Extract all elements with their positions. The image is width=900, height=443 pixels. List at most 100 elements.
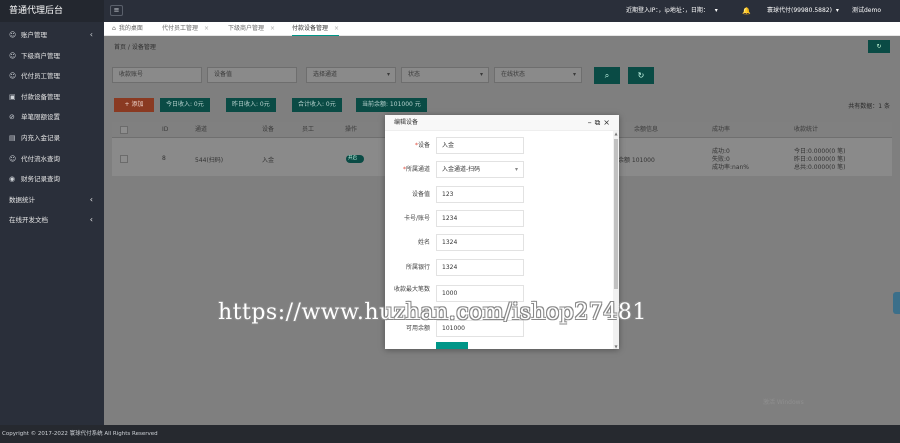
- search-icon[interactable]: ⌕: [594, 67, 620, 84]
- home-icon: ⌂: [112, 25, 116, 32]
- sidebar-item-label: 付款设备管理: [21, 92, 60, 101]
- header-device: 设备: [262, 126, 275, 133]
- select-all-checkbox[interactable]: [120, 126, 128, 134]
- sidebar-item[interactable]: ▣ 付款设备管理: [0, 87, 104, 108]
- channel-select[interactable]: 选择通道 ▾: [306, 67, 396, 83]
- sidebar-item[interactable]: ☺ 下级商户管理: [0, 46, 104, 67]
- total-income: 合计收入: 0元: [292, 98, 342, 112]
- account-input[interactable]: 收款账号: [112, 67, 202, 83]
- field-value: 1324: [442, 264, 458, 271]
- field-label: 收款最大笔数: [385, 285, 430, 294]
- close-icon[interactable]: ×: [334, 25, 339, 32]
- chevron-down-icon: ▾: [714, 7, 718, 14]
- refresh-button[interactable]: ↻: [868, 40, 890, 53]
- tab-label: 付款设备管理: [292, 25, 329, 32]
- status-select[interactable]: 状态 ▾: [401, 67, 489, 83]
- sidebar-item[interactable]: ☺ 账户管理 ‹: [0, 25, 104, 46]
- sidebar-group-label: 数据统计: [9, 195, 35, 204]
- sidebar-item[interactable]: ☺ 代付流水查询: [0, 149, 104, 170]
- query-icon: ☺: [9, 154, 17, 163]
- chevron-down-icon: ▾: [514, 166, 518, 173]
- sidebar: 普通代理后台 ☺ 账户管理 ‹ ☺ 下级商户管理 ☺ 代付员工管理 ▣ 付款设备管理 ⊘ 单笔限额设…: [0, 0, 104, 425]
- header-stats: 收款统计: [794, 126, 819, 133]
- form-row: 所属银行 1324: [385, 259, 613, 276]
- field-label-text: 可用余额: [405, 325, 430, 332]
- device-value-input[interactable]: 设备值: [207, 67, 297, 83]
- sidebar-item-label: 代付员工管理: [21, 72, 60, 81]
- close-icon[interactable]: ×: [204, 25, 209, 32]
- tab-merchant[interactable]: 下级商户管理 ×: [228, 22, 275, 36]
- menu-toggle-icon[interactable]: ≡: [110, 5, 123, 16]
- device-icon: ▣: [9, 92, 16, 101]
- field-label-text: 设备: [417, 142, 430, 149]
- footer: Copyright © 2017-2022 寰球代付系统 All Rights …: [0, 425, 900, 443]
- sidebar-item[interactable]: ☺ 代付员工管理: [0, 66, 104, 87]
- status-toggle[interactable]: 开启: [346, 155, 364, 163]
- sidebar-group[interactable]: 在线开发文档 ‹: [0, 210, 104, 231]
- breadcrumb: 首页 / 设备管理: [114, 44, 156, 51]
- field-input[interactable]: 入金: [436, 137, 524, 154]
- header-action: 操作: [345, 126, 358, 133]
- limit-icon: ⊘: [9, 113, 15, 122]
- tab-employee[interactable]: 代付员工管理 ×: [162, 22, 209, 36]
- field-label-text: 所属银行: [405, 264, 430, 271]
- chevron-down-icon: ▾: [572, 71, 576, 78]
- submit-button[interactable]: [436, 342, 468, 349]
- form-row: *设备 入金: [385, 137, 613, 154]
- tab-device[interactable]: 付款设备管理 ×: [292, 22, 340, 36]
- channel-field-select[interactable]: 入金通道-扫码 ▾: [436, 161, 524, 178]
- sidebar-item[interactable]: ▤ 内充入金记录: [0, 128, 104, 149]
- form-row: 卡号/账号 1234: [385, 210, 613, 227]
- online-select-label: 在线状态: [501, 71, 526, 78]
- sidebar-group-label: 在线开发文档: [9, 216, 48, 225]
- modal-title: 编辑设备: [394, 119, 419, 126]
- sidebar-item[interactable]: ⊘ 单笔限额设置: [0, 107, 104, 128]
- row-rate: 成功率:nan%: [712, 164, 750, 171]
- field-input[interactable]: 1324: [436, 234, 524, 251]
- field-label: 所属银行: [385, 259, 430, 276]
- tab-bar: ⌂ 我的桌面 代付员工管理 × 下级商户管理 × 付款设备管理 ×: [104, 22, 900, 36]
- online-status-select[interactable]: 在线状态 ▾: [494, 67, 582, 83]
- row-device: 入金: [262, 157, 275, 164]
- side-handle[interactable]: [893, 292, 900, 314]
- chevron-down-icon: ▾: [835, 7, 839, 14]
- merchant-menu[interactable]: 寰球代付(99980.5882) ▾: [767, 0, 839, 22]
- field-value: 入金: [442, 142, 455, 149]
- sidebar-item-label: 单笔限额设置: [21, 113, 60, 122]
- field-value: 入金通道-扫码: [442, 166, 481, 173]
- field-input[interactable]: 123: [436, 186, 524, 203]
- window-controls[interactable]: –⧉×: [588, 115, 613, 131]
- close-icon[interactable]: ×: [270, 25, 275, 32]
- sidebar-item-label: 内充入金记录: [21, 133, 60, 142]
- maximize-icon[interactable]: ⧉: [595, 118, 604, 127]
- app-brand: 普通代理后台: [0, 0, 104, 22]
- field-value: 1234: [442, 215, 458, 222]
- channel-select-label: 选择通道: [313, 71, 338, 78]
- field-value: 123: [442, 191, 454, 198]
- tab-label: 下级商户管理: [228, 25, 265, 32]
- sidebar-item[interactable]: ◉ 财务记录查询: [0, 169, 104, 190]
- row-checkbox[interactable]: [120, 155, 128, 163]
- close-icon[interactable]: ×: [603, 118, 613, 127]
- scroll-thumb[interactable]: [614, 139, 618, 289]
- chevron-down-icon: ▾: [479, 71, 483, 78]
- field-label: *所属通道: [385, 161, 430, 178]
- scroll-down-icon[interactable]: ▼: [613, 344, 619, 349]
- sidebar-group[interactable]: 数据统计 ‹: [0, 190, 104, 211]
- field-input[interactable]: 1234: [436, 210, 524, 227]
- merchant-label: 寰球代付(99980.5882): [767, 7, 832, 14]
- login-info[interactable]: 近期登入IP：，ip地址：，日期： ▾: [626, 0, 718, 22]
- user-name[interactable]: 测试demo: [852, 0, 881, 22]
- field-label: 设备值: [385, 186, 430, 203]
- tab-desktop[interactable]: ⌂ 我的桌面: [112, 22, 143, 36]
- header-balance: 余额信息: [634, 126, 659, 133]
- field-label-text: 收款最大笔数: [393, 286, 430, 293]
- status-select-label: 状态: [408, 71, 421, 78]
- scroll-up-icon[interactable]: ▲: [613, 131, 619, 136]
- field-label-text: 设备值: [411, 191, 430, 198]
- bell-icon[interactable]: 🔔: [742, 0, 751, 22]
- field-input[interactable]: 1324: [436, 259, 524, 276]
- add-button[interactable]: + 添加: [114, 98, 154, 112]
- minimize-icon[interactable]: –: [588, 118, 595, 127]
- reset-icon[interactable]: ↻: [628, 67, 654, 84]
